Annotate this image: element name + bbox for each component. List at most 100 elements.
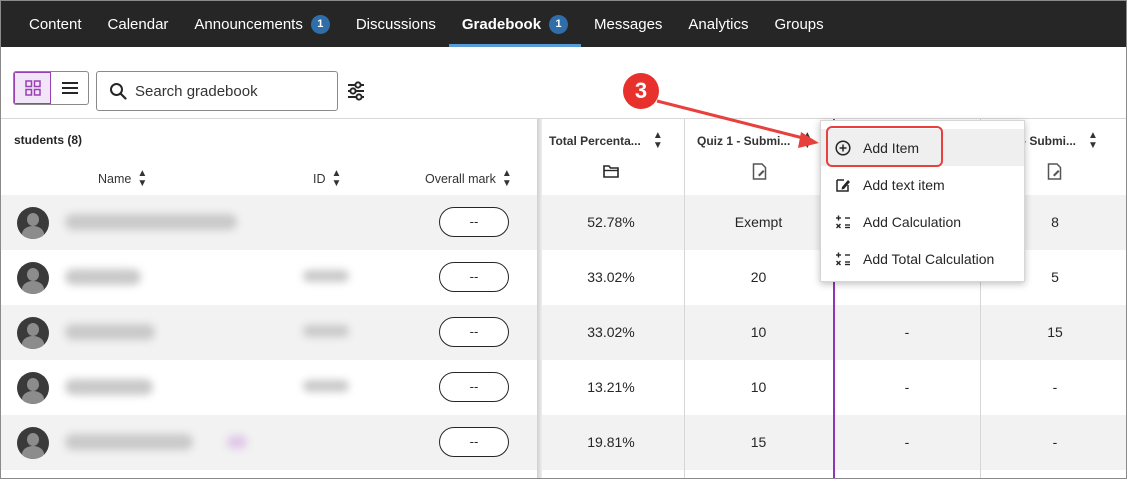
overall-mark-button[interactable]: --: [439, 262, 509, 292]
quiz-1-grade-cell[interactable]: Exempt: [691, 214, 826, 230]
menu-item-add-text-item[interactable]: Add text item: [821, 166, 1024, 203]
student-name-redacted: [65, 434, 193, 450]
tab-messages[interactable]: Messages: [581, 1, 675, 47]
avatar[interactable]: [17, 372, 49, 404]
menu-item-add-total-calculation[interactable]: Add Total Calculation: [821, 240, 1024, 277]
tab-content[interactable]: Content: [16, 1, 95, 47]
notification-count-badge: 1: [549, 14, 569, 34]
total-percentage-cell[interactable]: 33.02%: [546, 324, 676, 340]
notification-count-badge: 1: [310, 14, 330, 34]
quiz-1-grade-cell[interactable]: 15: [691, 434, 826, 450]
tab-calendar[interactable]: Calendar: [95, 1, 182, 47]
frozen-column-divider: [537, 119, 542, 478]
student-id-redacted: [303, 380, 349, 392]
tab-label: Calendar: [107, 15, 169, 33]
total-calculation-icon: [836, 252, 850, 265]
total-percentage-cell[interactable]: 13.21%: [546, 379, 676, 395]
student-id-redacted: [227, 435, 247, 449]
sort-icon: ▲ ▼: [652, 130, 663, 151]
column-header-label: ID: [313, 172, 326, 186]
tab-label: Gradebook: [461, 15, 542, 33]
tab-discussions[interactable]: Discussions: [343, 1, 449, 47]
overall-mark-button[interactable]: --: [439, 372, 509, 402]
tab-label: Discussions: [355, 15, 436, 33]
student-name-redacted: [65, 214, 237, 230]
quiz-1-grade-cell[interactable]: 20: [691, 269, 826, 285]
gradebook-window: Content Calendar Announcements 1 Discussi…: [0, 0, 1127, 479]
tab-label: Content: [29, 15, 82, 33]
total-percentage-cell[interactable]: 19.81%: [546, 434, 676, 450]
table-row: -- 13.21% 10 - -: [1, 360, 1126, 415]
quiz-2-grade-cell[interactable]: 15: [991, 324, 1119, 340]
overall-mark-button[interactable]: --: [439, 427, 509, 457]
overall-mark-button[interactable]: --: [439, 317, 509, 347]
search-input[interactable]: [135, 82, 325, 100]
avatar[interactable]: [17, 317, 49, 349]
students-count: students (8): [14, 133, 83, 147]
table-row: -- 33.02% 10 - 15: [1, 305, 1126, 360]
sort-icon: ▲ ▼: [331, 168, 342, 189]
column-header-overall-mark[interactable]: Overall mark ▲ ▼: [425, 169, 512, 189]
column-header-label: Overall mark: [425, 172, 496, 186]
assignment-icon: [752, 163, 767, 180]
course-navigation: Content Calendar Announcements 1 Discussi…: [1, 1, 1126, 47]
tab-label: Messages: [594, 15, 663, 33]
quiz-1-grade-cell[interactable]: 10: [691, 324, 826, 340]
student-id-redacted: [303, 270, 349, 282]
sort-icon: ▲ ▼: [1088, 130, 1098, 151]
assignment-icon: [1047, 163, 1062, 180]
tab-gradebook[interactable]: Gradebook 1: [448, 1, 582, 47]
calculation-icon: [836, 215, 850, 228]
tab-label: Analytics: [688, 15, 749, 33]
step-number-badge: 3: [623, 73, 659, 109]
student-name-redacted: [65, 379, 153, 395]
folder-icon: [603, 165, 619, 178]
sort-icon: ▲ ▼: [802, 130, 813, 151]
grid-view-button[interactable]: [14, 72, 51, 104]
menu-item-label: Add Total Calculation: [863, 250, 995, 267]
tab-analytics[interactable]: Analytics: [675, 1, 761, 47]
tab-announcements[interactable]: Announcements 1: [181, 1, 342, 47]
highlight-box: [826, 126, 943, 167]
tab-label: Announcements: [194, 15, 303, 33]
search-icon: [110, 83, 127, 100]
avatar[interactable]: [17, 207, 49, 239]
filter-settings-icon[interactable]: [345, 80, 367, 102]
grade-cell[interactable]: -: [841, 324, 973, 340]
column-header-name[interactable]: Name ▲ ▼: [98, 169, 147, 189]
tab-label: Groups: [774, 15, 824, 33]
sort-icon: ▲ ▼: [137, 168, 148, 189]
quiz-1-grade-cell[interactable]: 10: [691, 379, 826, 395]
quiz-2-grade-cell[interactable]: -: [991, 379, 1119, 395]
quiz-2-grade-cell[interactable]: -: [991, 434, 1119, 450]
view-toggle: [13, 71, 89, 105]
text-item-icon: [836, 178, 850, 192]
tab-groups[interactable]: Groups: [761, 1, 836, 47]
gradebook-toolbar: [1, 47, 1126, 119]
column-header-label: Total Percenta...: [549, 134, 641, 148]
student-name-redacted: [65, 324, 155, 340]
sort-icon: ▲ ▼: [501, 168, 512, 189]
column-header-quiz-1[interactable]: Quiz 1 - Submi... ▲ ▼: [697, 131, 812, 151]
menu-item-label: Add Calculation: [863, 213, 962, 230]
menu-item-add-calculation[interactable]: Add Calculation: [821, 203, 1024, 240]
search-box: [96, 71, 338, 111]
avatar[interactable]: [17, 262, 49, 294]
column-header-label: Quiz 1 - Submi...: [697, 134, 791, 148]
column-header-id[interactable]: ID ▲ ▼: [313, 169, 341, 189]
list-view-button[interactable]: [51, 72, 88, 104]
column-divider: [684, 119, 685, 478]
student-name-redacted: [65, 269, 141, 285]
column-header-label: Name: [98, 172, 132, 186]
column-header-total[interactable]: Total Percenta... ▲ ▼: [549, 131, 663, 151]
total-percentage-cell[interactable]: 33.02%: [546, 269, 676, 285]
avatar[interactable]: [17, 427, 49, 459]
student-id-redacted: [303, 325, 349, 337]
total-percentage-cell[interactable]: 52.78%: [546, 214, 676, 230]
grade-cell[interactable]: -: [841, 379, 973, 395]
list-view-icon: [61, 82, 78, 94]
grade-cell[interactable]: -: [841, 434, 973, 450]
table-row: -- 19.81% 15 - -: [1, 415, 1126, 470]
overall-mark-button[interactable]: --: [439, 207, 509, 237]
menu-item-label: Add text item: [863, 176, 945, 193]
